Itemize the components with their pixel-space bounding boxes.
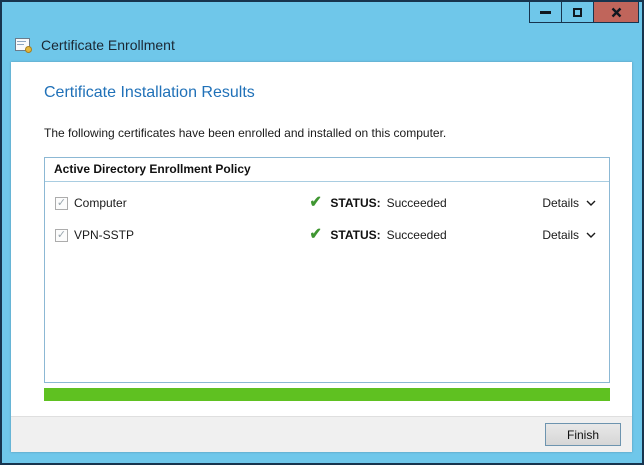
status-value: Succeeded (387, 196, 447, 210)
status-success-icon: ✔ (310, 227, 322, 243)
page-description: The following certificates have been enr… (44, 126, 610, 140)
maximize-icon (573, 8, 582, 17)
minimize-button[interactable] (529, 2, 562, 23)
status-cell: ✔ STATUS: Succeeded (309, 195, 447, 211)
footer: Finish (11, 416, 632, 452)
certificate-name-cell: ✓ VPN-SSTP (55, 228, 309, 242)
certificate-name-cell: ✓ Computer (55, 196, 309, 210)
maximize-button[interactable] (561, 2, 594, 23)
content-sheet: Certificate Installation Results The fol… (11, 62, 632, 452)
status-label: STATUS: (330, 196, 380, 210)
chevron-down-icon (586, 200, 596, 206)
enrollment-progress-bar (44, 388, 610, 401)
status-label: STATUS: (330, 228, 380, 242)
certificate-checkbox[interactable]: ✓ (55, 229, 68, 242)
details-toggle[interactable]: Details (542, 228, 596, 242)
certificate-row-computer: ✓ Computer ✔ STATUS: Succeeded Details (45, 187, 609, 219)
panel-header: Active Directory Enrollment Policy (45, 158, 609, 182)
titlebar: Certificate Enrollment (15, 37, 175, 53)
certificate-name: VPN-SSTP (74, 228, 134, 242)
status-success-icon: ✔ (310, 195, 322, 211)
window-title: Certificate Enrollment (41, 37, 175, 53)
finish-button[interactable]: Finish (545, 423, 621, 446)
details-toggle[interactable]: Details (542, 196, 596, 210)
chevron-down-icon (586, 232, 596, 238)
page-title: Certificate Installation Results (44, 84, 610, 102)
close-icon (611, 7, 622, 18)
certificate-row-vpn-sstp: ✓ VPN-SSTP ✔ STATUS: Succeeded Details (45, 219, 609, 251)
certificate-name: Computer (74, 196, 127, 210)
details-label: Details (542, 228, 579, 242)
details-label: Details (542, 196, 579, 210)
enrollment-policy-panel: Active Directory Enrollment Policy ✓ Com… (44, 157, 610, 383)
certificate-checkbox[interactable]: ✓ (55, 197, 68, 210)
status-cell: ✔ STATUS: Succeeded (309, 227, 447, 243)
progress-fill (44, 388, 610, 401)
certificate-enrollment-window: Certificate Enrollment Certificate Insta… (0, 0, 644, 465)
window-controls (530, 2, 639, 23)
content-body: Certificate Installation Results The fol… (11, 62, 632, 416)
close-button[interactable] (593, 2, 639, 23)
certificate-icon (15, 38, 32, 53)
status-value: Succeeded (387, 228, 447, 242)
certificate-rows: ✓ Computer ✔ STATUS: Succeeded Details (45, 182, 609, 251)
minimize-icon (540, 11, 551, 14)
